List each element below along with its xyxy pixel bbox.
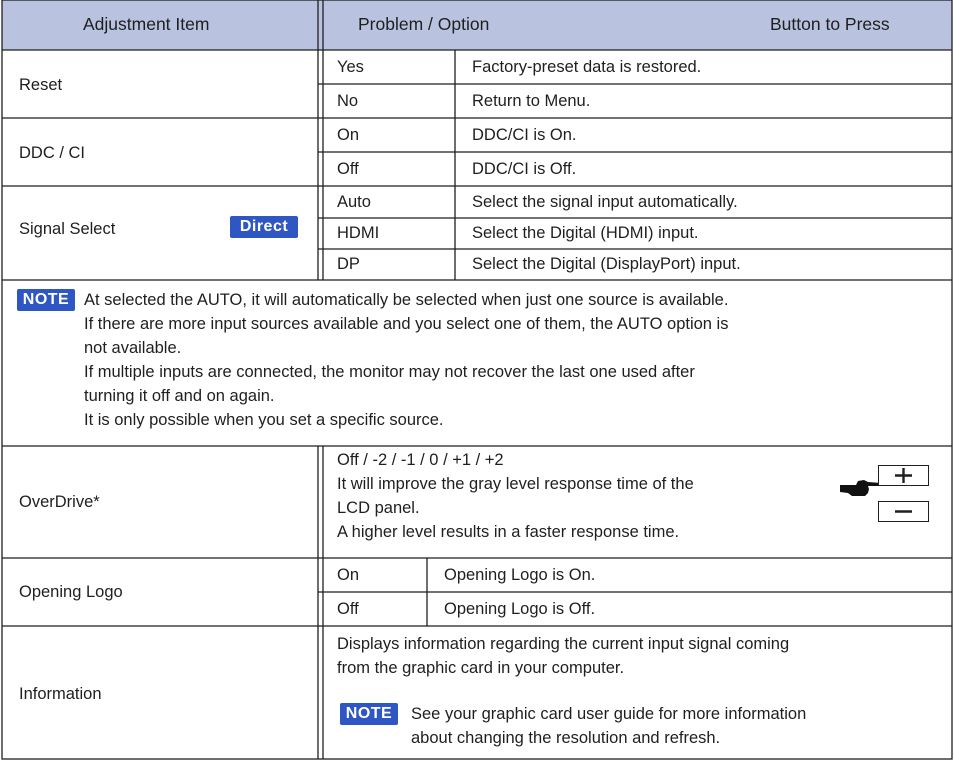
minus-button: [878, 501, 929, 522]
information-desc-line: from the graphic card in your computer.: [337, 659, 625, 677]
overdrive-label: OverDrive*: [19, 493, 100, 511]
ddc-desc-on: DDC/CI is On.: [472, 126, 577, 144]
signal-desc-auto: Select the signal input automatically.: [472, 193, 738, 211]
note-badge: NOTE: [17, 289, 75, 311]
note-line: not available.: [84, 339, 182, 357]
opening-logo-desc-on: Opening Logo is On.: [444, 566, 596, 584]
signal-option-hdmi: HDMI: [337, 224, 380, 242]
note-line: It is only possible when you set a speci…: [84, 411, 444, 429]
information-note-badge: NOTE: [340, 703, 398, 725]
signal-option-auto: Auto: [337, 193, 371, 211]
opening-logo-label: Opening Logo: [19, 583, 123, 601]
note-line: If multiple inputs are connected, the mo…: [84, 363, 695, 381]
opening-logo-desc-off: Opening Logo is Off.: [444, 600, 596, 618]
signal-option-dp: DP: [337, 255, 360, 273]
pointing-hand-icon: [840, 480, 881, 496]
information-desc-line: Displays information regarding the curre…: [337, 635, 790, 653]
note-line: If there are more input sources availabl…: [84, 315, 729, 333]
information-note-line: See your graphic card user guide for mor…: [411, 705, 807, 723]
ddc-option-on: On: [337, 126, 360, 144]
reset-option-no: No: [337, 92, 359, 110]
information-label: Information: [19, 685, 102, 703]
reset-option-yes: Yes: [337, 58, 364, 76]
ddc-option-off: Off: [337, 160, 359, 178]
overdrive-desc-line: A higher level results in a faster respo…: [337, 523, 680, 541]
plus-button: [878, 465, 929, 486]
opening-logo-option-on: On: [337, 566, 360, 584]
direct-badge: Direct: [230, 216, 298, 238]
reset-desc-no: Return to Menu.: [472, 92, 591, 110]
ddc-desc-off: DDC/CI is Off.: [472, 160, 577, 178]
signal-select-label: Signal Select: [19, 220, 116, 238]
signal-desc-dp: Select the Digital (DisplayPort) input.: [472, 255, 741, 273]
ddc-label: DDC / CI: [19, 144, 85, 162]
overdrive-values: Off / -2 / -1 / 0 / +1 / +2: [337, 451, 504, 469]
reset-desc-yes: Factory-preset data is restored.: [472, 58, 702, 76]
signal-desc-hdmi: Select the Digital (HDMI) input.: [472, 224, 699, 242]
overdrive-desc-line: LCD panel.: [337, 499, 420, 517]
overdrive-desc-line: It will improve the gray level response …: [337, 475, 694, 493]
note-line: At selected the AUTO, it will automatica…: [84, 291, 729, 309]
reset-label: Reset: [19, 76, 63, 94]
opening-logo-option-off: Off: [337, 600, 359, 618]
note-line: turning it off and on again.: [84, 387, 275, 405]
information-note-line: about changing the resolution and refres…: [411, 729, 721, 747]
